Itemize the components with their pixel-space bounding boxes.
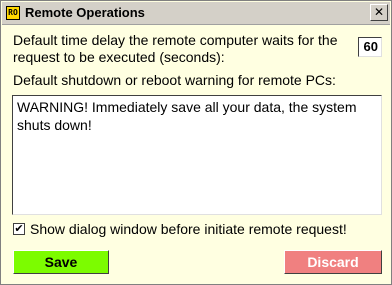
show-dialog-label[interactable]: Show dialog window before initiate remot… (30, 221, 347, 238)
checkmark-icon: ✔ (14, 223, 24, 235)
warning-label: Default shutdown or reboot warning for r… (13, 72, 336, 88)
close-button[interactable]: ✕ (370, 4, 388, 21)
save-button[interactable]: Save (13, 250, 109, 274)
remote-operations-dialog: RO Remote Operations ✕ Default time dela… (0, 0, 392, 285)
show-dialog-checkbox[interactable]: ✔ (13, 223, 25, 235)
app-icon: RO (6, 6, 20, 20)
delay-seconds-input[interactable]: 60 (358, 37, 382, 57)
warning-message-textarea[interactable]: WARNING! Immediately save all your data,… (12, 95, 382, 215)
discard-button[interactable]: Discard (284, 250, 382, 274)
title-bar[interactable]: RO Remote Operations ✕ (2, 2, 390, 25)
close-icon: ✕ (373, 5, 385, 19)
delay-label: Default time delay the remote computer w… (13, 32, 338, 65)
window-title: Remote Operations (25, 5, 145, 20)
